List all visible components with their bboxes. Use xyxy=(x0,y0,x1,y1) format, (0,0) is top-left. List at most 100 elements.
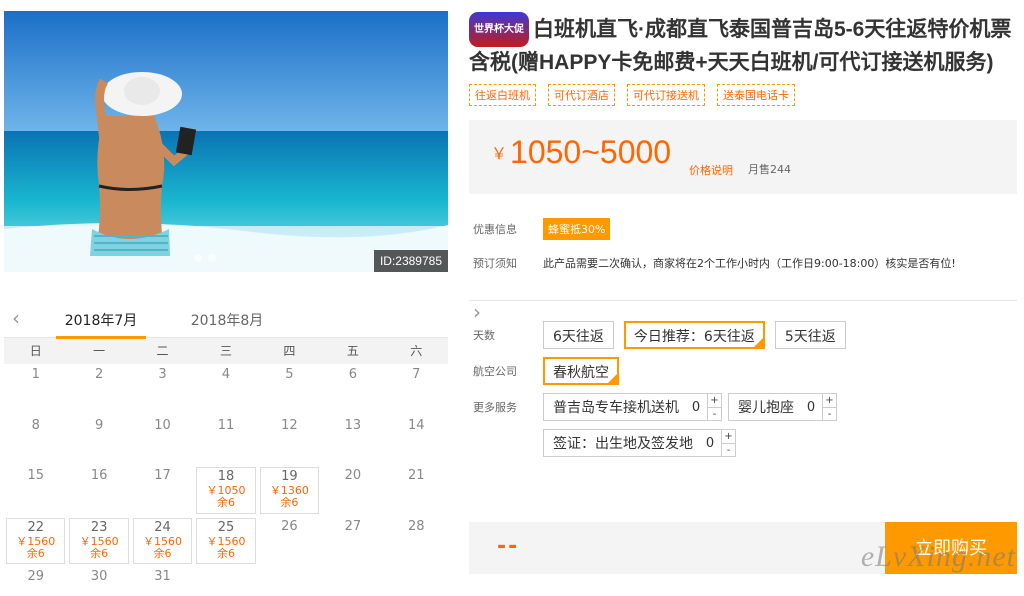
calendar-day: 21 xyxy=(385,465,448,516)
price-explain-link[interactable]: 价格说明 xyxy=(689,162,733,178)
calendar-day-available[interactable]: 18 ￥1050 余6 xyxy=(196,467,256,514)
booking-options: 天数 6天往返 今日推荐：6天往返 5天往返 航空公司 春秋航空 更多服务 普吉… xyxy=(469,321,1017,457)
calendar-day-available[interactable]: 22 ￥1560 余6 xyxy=(6,517,66,564)
day-number: 14 xyxy=(408,417,425,433)
feature-tag: 往返白班机 xyxy=(469,84,536,106)
airline-row: 航空公司 春秋航空 xyxy=(469,357,1017,385)
product-info-panel: 世界杯大促 白班机直飞·成都直飞泰国普吉岛5-6天往返特价机票含税(赠HAPPY卡… xyxy=(469,0,1017,465)
calendar-day: 12 xyxy=(258,415,321,466)
calendar-day: 3 xyxy=(131,364,194,415)
promo-label: 优惠信息 xyxy=(473,223,517,236)
qty-stepper: + - xyxy=(822,394,836,420)
promo-badge: 世界杯大促 xyxy=(469,12,529,47)
plus-button[interactable]: + xyxy=(722,430,735,443)
day-number: 18 xyxy=(217,469,235,484)
day-number: 15 xyxy=(27,468,44,483)
calendar-day: 29 xyxy=(4,566,67,596)
feature-tag: 可代订接送机 xyxy=(627,84,705,106)
calendar-day: 15 xyxy=(4,465,67,516)
day-price: ￥1560 xyxy=(206,534,246,548)
qty-stepper: + - xyxy=(721,430,735,456)
price-box: ￥1050~5000 价格说明 月售244 xyxy=(469,120,1017,194)
day-number: 10 xyxy=(154,417,171,433)
booking-info: 优惠信息 蜂蜜抵30% 预订须知 此产品需要二次确认，商家将在2个工作小时内（工… xyxy=(469,216,1017,301)
calendar-day: 7 xyxy=(385,364,448,415)
calendar-day: 31 xyxy=(131,566,194,596)
day-remaining: 余6 xyxy=(26,546,45,560)
product-hero-image: ID:2389785 xyxy=(4,11,448,272)
minus-button[interactable]: - xyxy=(722,443,735,457)
day-number: 5 xyxy=(285,367,294,382)
days-label: 天数 xyxy=(473,329,495,342)
service-qty[interactable]: 0 xyxy=(800,400,822,415)
service-qty[interactable]: 0 xyxy=(699,436,721,451)
day-price: ￥1560 xyxy=(79,534,119,548)
month-tab-july[interactable]: 2018年7月 xyxy=(56,310,146,339)
feature-tag: 可代订酒店 xyxy=(548,84,615,106)
services-label: 更多服务 xyxy=(473,401,517,414)
calendar-day: 1 xyxy=(4,364,67,415)
services-row-2: 签证：出生地及签发地 0 + - xyxy=(469,429,1017,457)
day-number: 26 xyxy=(281,518,298,534)
service-infant-seat: 婴儿抱座 0 + - xyxy=(728,393,837,421)
days-option-recommended[interactable]: 今日推荐：6天往返 xyxy=(623,321,765,349)
calendar-day-available[interactable]: 23 ￥1560 余6 xyxy=(69,517,129,564)
price-range: ￥1050~5000 xyxy=(491,134,671,171)
weekday-label: 一 xyxy=(93,344,106,358)
day-number: 30 xyxy=(90,569,108,584)
site-watermark: eLvXing.net xyxy=(860,540,1016,573)
calendar-day: 5 xyxy=(258,364,321,415)
date-calendar: ‹ 2018年7月 2018年8月 › 日 一 二 三 四 五 六 123456… xyxy=(4,300,481,596)
day-remaining: 余6 xyxy=(153,546,172,560)
days-option-5[interactable]: 5天往返 xyxy=(774,321,846,349)
calendar-day-available[interactable]: 19 ￥1360 余6 xyxy=(259,467,320,514)
day-number: 24 xyxy=(154,519,171,535)
day-number: 16 xyxy=(90,468,108,483)
calendar-day: 16 xyxy=(67,465,130,516)
airline-option[interactable]: 春秋航空 xyxy=(543,357,619,385)
service-name: 签证：出生地及签发地 xyxy=(553,436,693,452)
minus-button[interactable]: - xyxy=(708,407,721,421)
plus-button[interactable]: + xyxy=(823,394,836,407)
prev-month-arrow-icon[interactable]: ‹ xyxy=(12,306,20,330)
service-visa: 签证：出生地及签发地 0 + - xyxy=(543,429,736,457)
calendar-day: 8 xyxy=(4,415,67,466)
total-price: -- xyxy=(497,534,520,559)
day-number: 23 xyxy=(90,519,108,535)
carousel-dots[interactable] xyxy=(194,254,216,262)
service-airport-transfer: 普吉岛专车接机送机 0 + - xyxy=(543,393,722,421)
day-number: 3 xyxy=(158,367,167,382)
weekday-label: 四 xyxy=(283,344,296,358)
product-title-text: 白班机直飞·成都直飞泰国普吉岛5-6天往返特价机票含税(赠HAPPY卡免邮费+天… xyxy=(469,18,1012,74)
days-row: 天数 6天往返 今日推荐：6天往返 5天往返 xyxy=(469,321,1017,349)
days-option-6[interactable]: 6天往返 xyxy=(543,321,614,349)
day-number: 4 xyxy=(221,367,231,382)
minus-button[interactable]: - xyxy=(823,407,836,421)
day-remaining: 余6 xyxy=(280,496,299,509)
day-number: 27 xyxy=(344,518,362,534)
month-tab-august[interactable]: 2018年8月 xyxy=(182,310,272,330)
day-number: 19 xyxy=(281,469,298,484)
notice-text: 此产品需要二次确认，商家将在2个工作小时内（工作日9:00-18:00）核实是否… xyxy=(543,257,956,270)
airline-label: 航空公司 xyxy=(473,365,517,378)
calendar-day-available[interactable]: 24 ￥1560 余6 xyxy=(132,517,193,564)
weekday-label: 日 xyxy=(29,344,42,358)
weekday-header: 日 一 二 三 四 五 六 xyxy=(4,338,448,364)
currency-symbol: ￥ xyxy=(491,146,508,163)
plus-button[interactable]: + xyxy=(708,394,721,407)
day-number: 11 xyxy=(217,417,235,433)
calendar-day: 14 xyxy=(385,415,448,466)
day-remaining: 余6 xyxy=(216,546,235,560)
day-number: 25 xyxy=(217,519,235,535)
calendar-day: 11 xyxy=(194,415,257,466)
calendar-day-available[interactable]: 25 ￥1560 余6 xyxy=(196,517,256,564)
service-qty[interactable]: 0 xyxy=(685,400,707,415)
calendar-day: 26 xyxy=(258,516,321,567)
service-name: 普吉岛专车接机送机 xyxy=(553,400,679,416)
day-number: 6 xyxy=(348,367,357,382)
day-price: ￥1560 xyxy=(16,534,56,548)
day-number: 1 xyxy=(31,367,40,382)
calendar-grid: 1 2 3 4 5 6 7 8 9 10 11 12 13 14 15 16 17 18 ￥1050 余6 19 ￥136… xyxy=(4,364,448,596)
calendar-day: 4 xyxy=(194,364,257,415)
day-number: 29 xyxy=(27,569,44,584)
